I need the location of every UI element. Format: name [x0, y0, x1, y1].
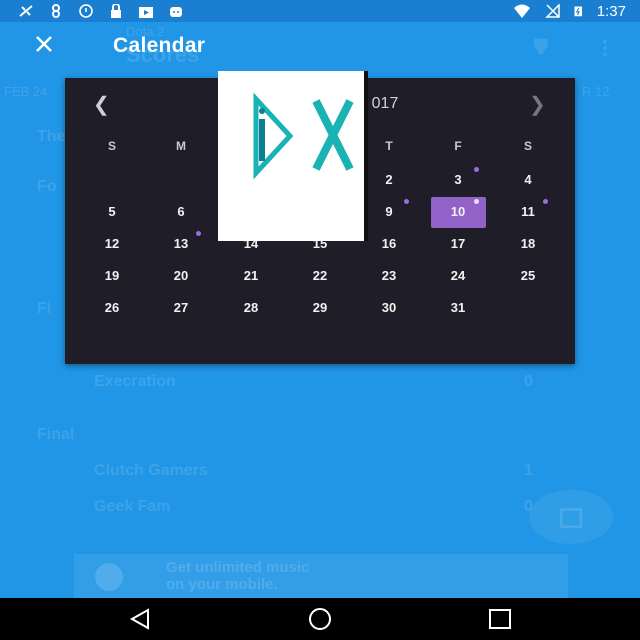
- calendar-day[interactable]: 26: [92, 298, 132, 318]
- event-dot: [196, 231, 201, 236]
- calendar-day[interactable]: 5: [92, 202, 132, 222]
- trophy-icon: [534, 38, 548, 54]
- play-store-icon: [139, 7, 153, 18]
- calendar-day[interactable]: 31: [438, 298, 478, 318]
- bg-row-name: Clutch Gamers: [94, 462, 208, 479]
- event-dot: [474, 199, 479, 204]
- event-dot: [543, 199, 548, 204]
- calendar-day[interactable]: 6: [161, 202, 201, 222]
- calendar-day[interactable]: 30: [369, 298, 409, 318]
- overflow-menu-icon: [603, 39, 607, 57]
- no-signal-icon: [544, 4, 560, 18]
- calendar-day[interactable]: 21: [231, 266, 271, 286]
- event-dot: [474, 167, 479, 172]
- lock-icon: [111, 4, 121, 18]
- close-icon[interactable]: [30, 30, 58, 58]
- android-icon: [170, 7, 182, 17]
- bg-date-right: R 12: [582, 84, 610, 99]
- status-bar: 1:37: [0, 0, 640, 22]
- calendar-day[interactable]: 12: [92, 234, 132, 254]
- page-title: Calendar: [113, 34, 206, 57]
- bg-row-score: 1: [524, 462, 533, 479]
- data-icon: [52, 4, 60, 18]
- bg-section-final: Final: [37, 426, 75, 443]
- weekday-label: M: [176, 139, 186, 153]
- calendar-day[interactable]: 3: [438, 170, 478, 190]
- calendar-day[interactable]: 22: [300, 266, 340, 286]
- calendar-fab: [529, 490, 613, 544]
- recents-button[interactable]: [486, 607, 514, 631]
- weekday-label: F: [454, 139, 462, 153]
- calendar-day[interactable]: 19: [92, 266, 132, 286]
- event-dot: [404, 199, 409, 204]
- satellite-icon: [19, 5, 33, 17]
- ad-banner[interactable]: Get unlimited music on your mobile.: [74, 554, 568, 598]
- status-time: 1:37: [596, 2, 626, 20]
- back-button[interactable]: [126, 607, 154, 631]
- ad-line-2: on your mobile.: [166, 576, 278, 593]
- ad-overlay-image[interactable]: [218, 71, 368, 241]
- calendar-day[interactable]: 13: [161, 234, 201, 254]
- calendar-day[interactable]: 29: [300, 298, 340, 318]
- ad-line-1: Get unlimited music: [166, 559, 310, 576]
- calendar-day[interactable]: 23: [369, 266, 409, 286]
- weekday-label: S: [107, 139, 116, 153]
- calendar-day[interactable]: 16: [369, 234, 409, 254]
- calendar-day[interactable]: 24: [438, 266, 478, 286]
- calendar-day-selected[interactable]: 10: [438, 202, 478, 222]
- calendar-day[interactable]: 2: [369, 170, 409, 190]
- bg-row-name: Execration: [94, 373, 176, 390]
- toolbar: Dota 2 Scores Calendar: [0, 22, 640, 72]
- calendar-day[interactable]: 27: [161, 298, 201, 318]
- calendar-day[interactable]: 4: [508, 170, 548, 190]
- system-navigation-bar: [0, 598, 640, 640]
- bg-section-fo: Fo: [37, 178, 57, 195]
- dx-logo-icon: [253, 92, 354, 180]
- calendar-day[interactable]: 25: [508, 266, 548, 286]
- calendar-day[interactable]: 17: [438, 234, 478, 254]
- next-month-button[interactable]: ❯: [529, 92, 546, 117]
- calendar-day[interactable]: 11: [508, 202, 548, 222]
- weekday-label: S: [523, 139, 532, 153]
- prev-month-button[interactable]: ❮: [93, 92, 110, 117]
- calendar-day[interactable]: 18: [508, 234, 548, 254]
- bg-row-score: 0: [524, 373, 533, 390]
- spotify-icon: [95, 563, 123, 591]
- clock-icon: [79, 4, 93, 18]
- calendar-day[interactable]: 20: [161, 266, 201, 286]
- bg-section-the: The: [37, 128, 66, 145]
- wifi-icon: [513, 4, 530, 18]
- bg-section-fi: Fi: [37, 300, 52, 317]
- battery-icon: [574, 6, 582, 17]
- home-button[interactable]: [306, 607, 334, 631]
- weekday-label: T: [385, 139, 393, 153]
- calendar-day[interactable]: 28: [231, 298, 271, 318]
- calendar-day[interactable]: 9: [369, 202, 409, 222]
- bg-row-name: Geek Fam: [94, 498, 171, 515]
- calendar-icon: [560, 508, 582, 528]
- bg-date-left: FEB 24: [4, 84, 48, 99]
